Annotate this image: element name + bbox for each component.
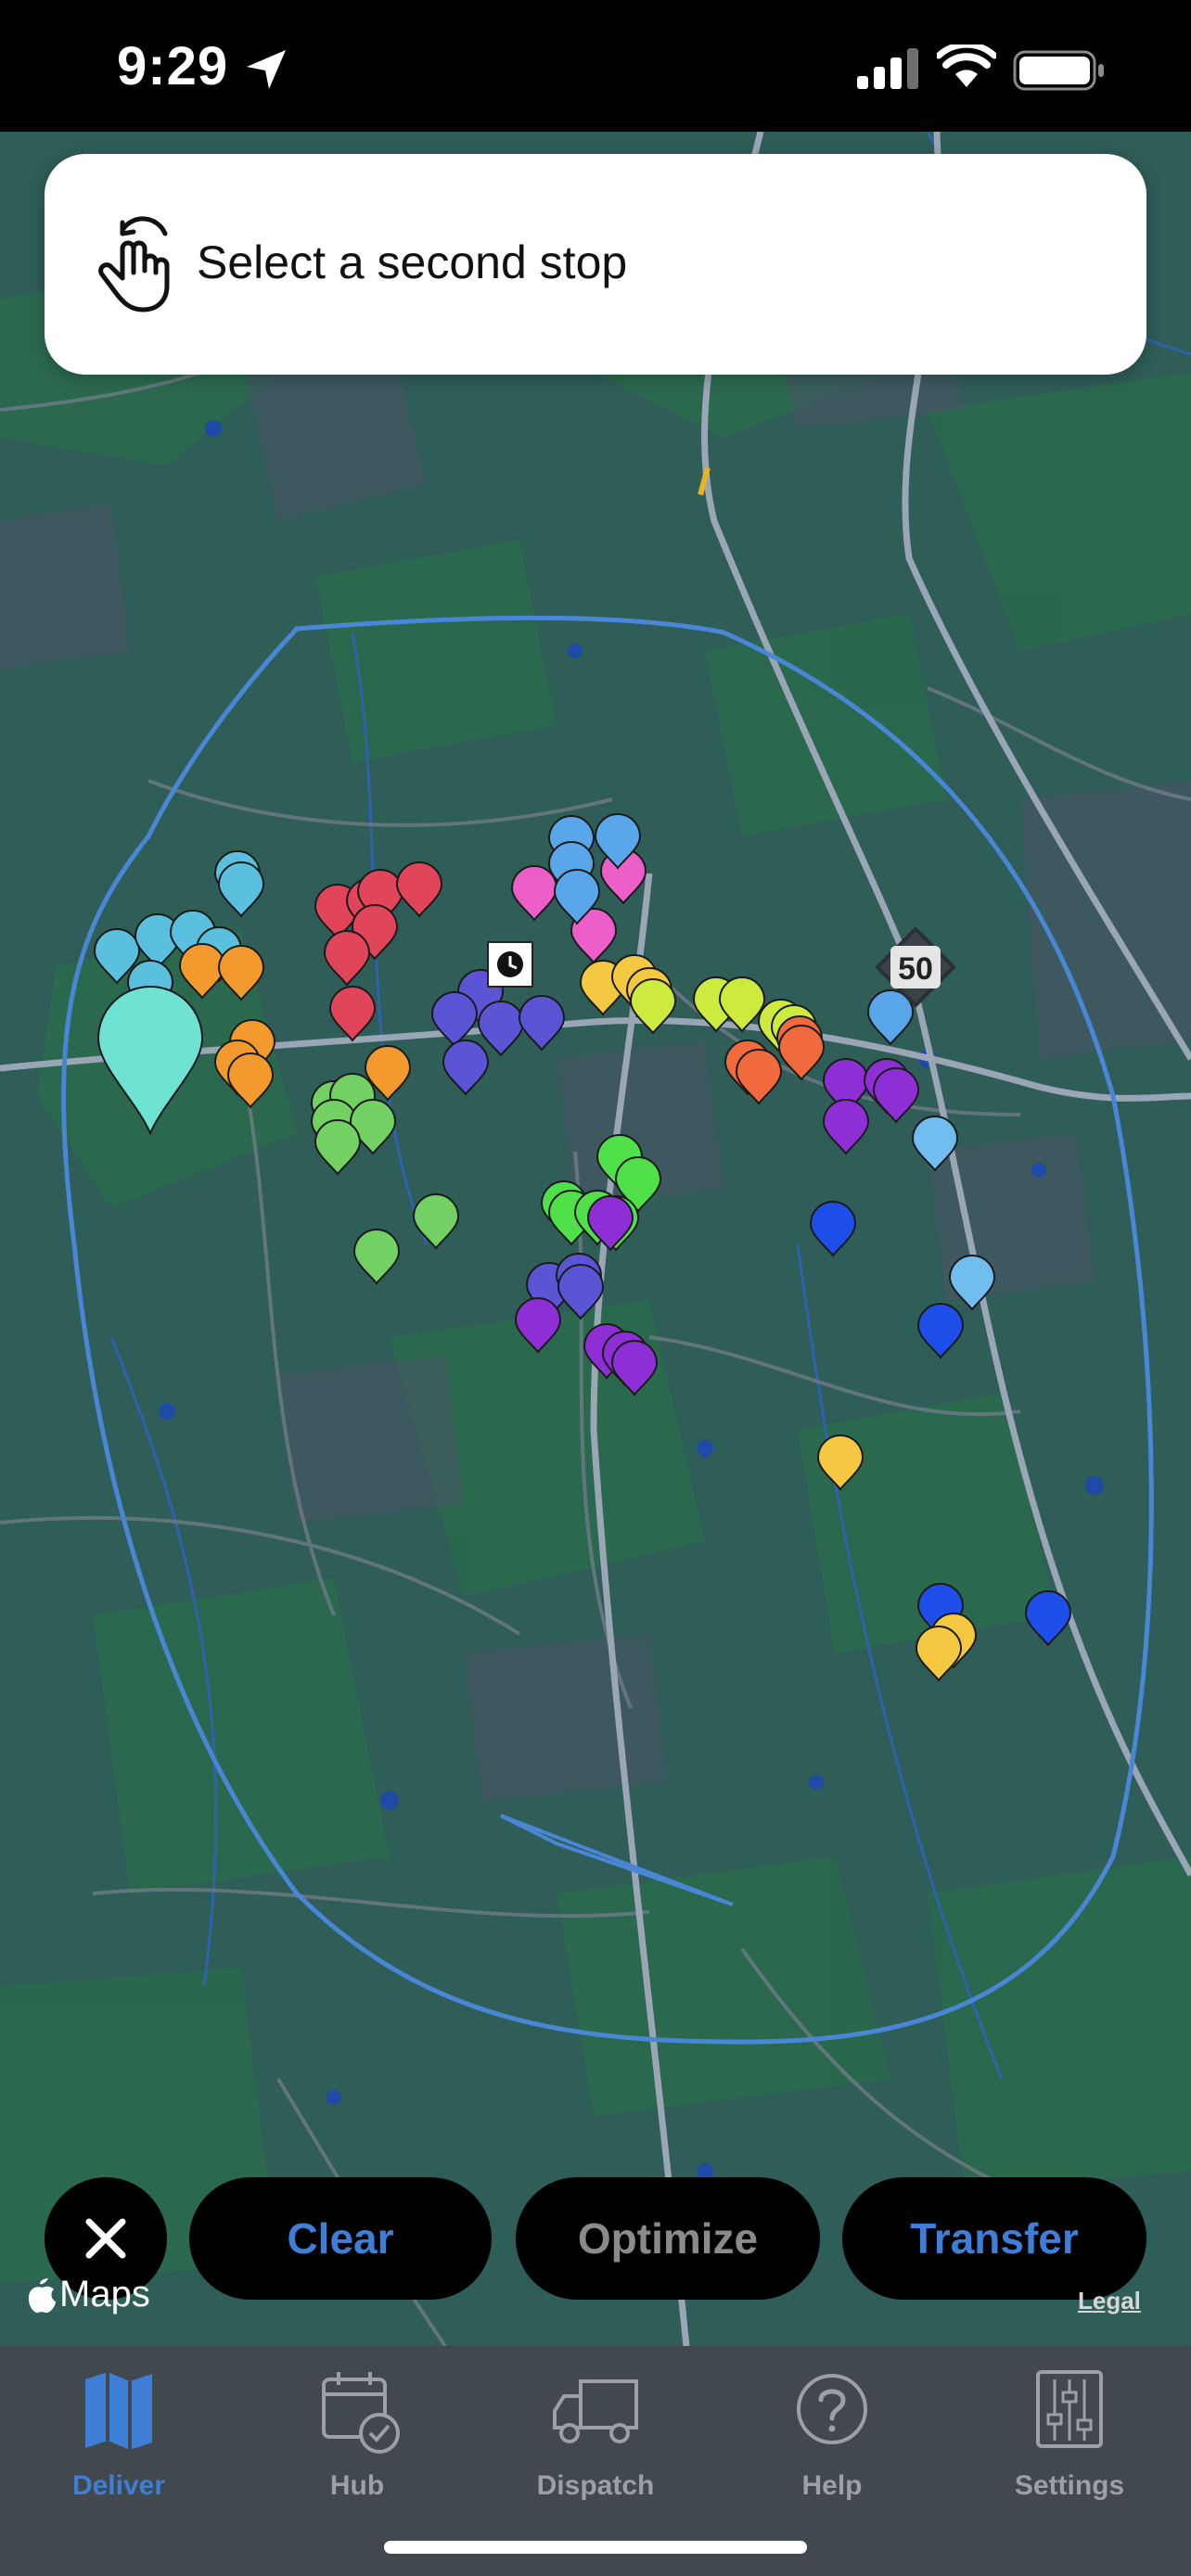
truck-icon bbox=[553, 2379, 638, 2443]
stop-pin[interactable] bbox=[217, 945, 265, 1001]
stop-pin[interactable] bbox=[510, 865, 558, 922]
location-arrow-icon bbox=[247, 50, 286, 89]
stop-pin[interactable] bbox=[178, 943, 226, 1000]
transfer-button[interactable]: Transfer bbox=[842, 2177, 1146, 2300]
cellular-signal-icon bbox=[857, 48, 918, 89]
route-shield-number: 50 bbox=[898, 951, 933, 987]
tab-dispatch[interactable]: Dispatch bbox=[493, 2366, 698, 2506]
tab-deliver[interactable]: Deliver bbox=[17, 2366, 221, 2506]
stop-pin[interactable] bbox=[872, 1067, 920, 1124]
stop-pin[interactable] bbox=[948, 1255, 996, 1311]
home-indicator bbox=[384, 2541, 807, 2554]
stop-pin[interactable] bbox=[735, 1049, 783, 1105]
stop-pin[interactable] bbox=[412, 1193, 460, 1250]
sliders-icon bbox=[1036, 2370, 1103, 2448]
stop-pin[interactable] bbox=[514, 1297, 562, 1354]
map-icon bbox=[85, 2372, 152, 2450]
instruction-banner: Select a second stop bbox=[45, 154, 1146, 375]
stop-pin[interactable] bbox=[352, 1229, 401, 1285]
maps-attribution-label: Maps bbox=[59, 2274, 150, 2315]
stop-pin[interactable] bbox=[777, 1025, 826, 1081]
route-shield: 50 bbox=[875, 926, 956, 1008]
stop-pin[interactable] bbox=[518, 995, 566, 1052]
stop-pin[interactable] bbox=[911, 1116, 959, 1172]
status-time: 9:29 bbox=[117, 36, 229, 96]
stop-pins-layer[interactable] bbox=[0, 132, 1191, 2346]
status-bar: 9:29 bbox=[0, 0, 1191, 132]
tab-label: Help bbox=[801, 2470, 863, 2501]
stop-pin[interactable] bbox=[915, 1626, 963, 1682]
help-icon bbox=[797, 2374, 867, 2444]
tab-hub[interactable]: Hub bbox=[255, 2366, 459, 2506]
stop-pin[interactable] bbox=[816, 1435, 864, 1491]
stop-pin[interactable] bbox=[1024, 1590, 1072, 1647]
stop-pin[interactable] bbox=[314, 1119, 362, 1176]
tab-settings[interactable]: Settings bbox=[967, 2366, 1172, 2506]
tab-label: Hub bbox=[329, 2470, 385, 2501]
stop-pin[interactable] bbox=[328, 986, 377, 1042]
tab-help[interactable]: Help bbox=[730, 2366, 934, 2506]
stop-pin[interactable] bbox=[629, 978, 677, 1035]
stop-pin[interactable] bbox=[226, 1052, 275, 1109]
apple-logo-icon bbox=[28, 2277, 56, 2313]
selected-stop-pin[interactable] bbox=[96, 986, 204, 1136]
stop-pin[interactable] bbox=[916, 1303, 965, 1359]
wifi-icon bbox=[937, 45, 996, 87]
timed-stop-clock-icon[interactable] bbox=[486, 940, 534, 988]
stop-pin[interactable] bbox=[809, 1201, 857, 1257]
stop-pin[interactable] bbox=[557, 1264, 605, 1320]
stop-pin[interactable] bbox=[430, 991, 479, 1048]
stop-pin[interactable] bbox=[323, 930, 371, 987]
stop-pin[interactable] bbox=[610, 1340, 659, 1396]
battery-icon bbox=[1013, 50, 1104, 91]
stop-pin[interactable] bbox=[477, 1001, 525, 1057]
tab-label: Settings bbox=[1014, 2470, 1125, 2501]
tab-label: Deliver bbox=[71, 2470, 166, 2501]
banner-text: Select a second stop bbox=[197, 236, 628, 288]
clear-button[interactable]: Clear bbox=[189, 2177, 492, 2300]
apple-maps-attribution: Maps bbox=[26, 2274, 150, 2315]
calendar-check-icon bbox=[322, 2372, 400, 2454]
optimize-button[interactable]: Optimize bbox=[516, 2177, 820, 2300]
stop-pin[interactable] bbox=[217, 861, 265, 918]
tab-label: Dispatch bbox=[536, 2470, 655, 2501]
legal-link[interactable]: Legal bbox=[1078, 2287, 1141, 2315]
hand-tap-icon bbox=[98, 216, 170, 312]
stop-pin[interactable] bbox=[395, 861, 443, 918]
map-view[interactable]: 50 bbox=[0, 132, 1191, 2346]
stop-pin[interactable] bbox=[442, 1039, 490, 1096]
stop-pin[interactable] bbox=[718, 976, 766, 1033]
stop-pin[interactable] bbox=[822, 1099, 870, 1155]
